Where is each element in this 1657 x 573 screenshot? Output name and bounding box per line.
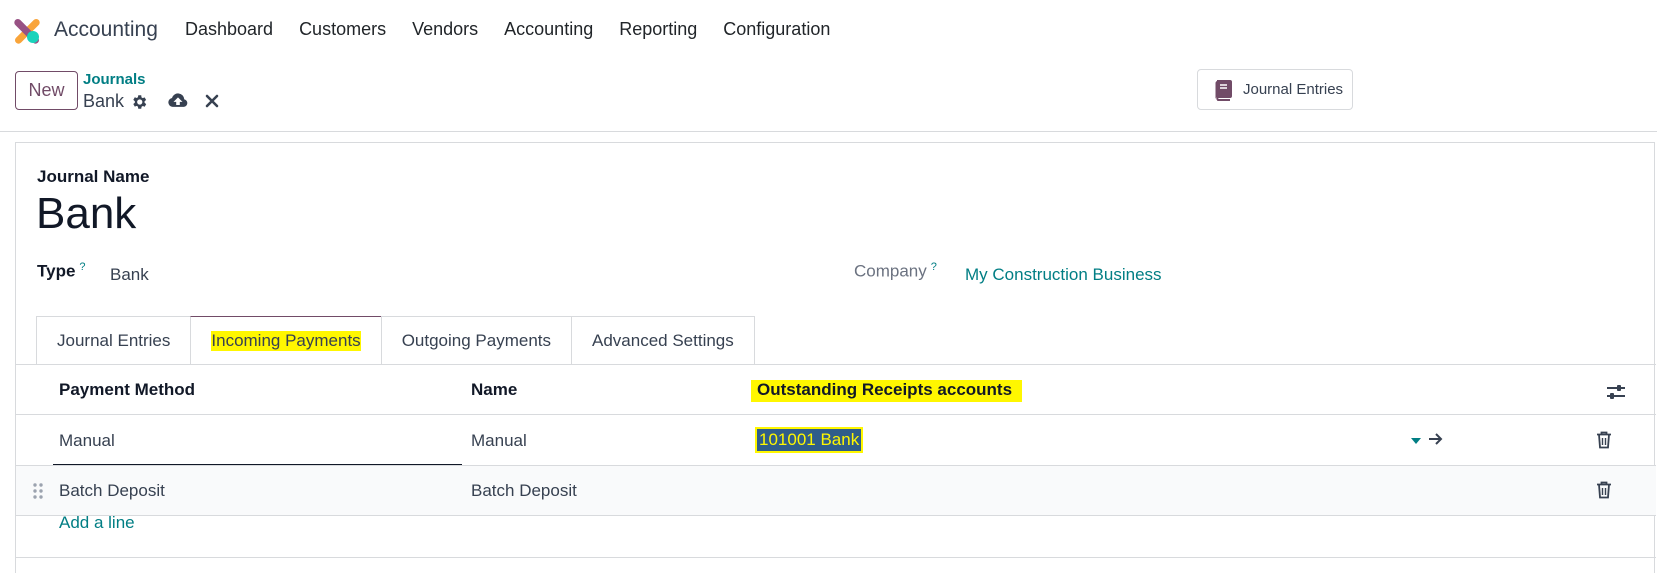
menu-vendors[interactable]: Vendors (412, 19, 478, 40)
type-label: Type? (37, 261, 86, 281)
header-outstanding-receipts[interactable]: Outstanding Receipts accounts (751, 380, 1023, 402)
new-button[interactable]: New (15, 71, 78, 110)
table-header: Payment Method Name Outstanding Receipts… (16, 365, 1656, 415)
payment-method-cell[interactable]: Manual (59, 431, 115, 451)
menu-customers[interactable]: Customers (299, 19, 386, 40)
company-label: Company? (854, 261, 937, 281)
company-field[interactable]: My Construction Business (965, 265, 1162, 285)
top-navbar: Accounting Dashboard Customers Vendors A… (0, 0, 1657, 58)
notebook-tabs: Journal Entries Incoming Payments Outgoi… (36, 316, 755, 364)
type-help-icon[interactable]: ? (79, 261, 85, 273)
name-cell[interactable]: Batch Deposit (471, 481, 577, 501)
internal-link-arrow-icon[interactable] (1427, 430, 1445, 448)
tab-advanced-settings[interactable]: Advanced Settings (571, 316, 755, 364)
cloud-upload-icon[interactable] (166, 91, 190, 111)
breadcrumb-current: Bank (83, 91, 125, 111)
dropdown-caret-icon[interactable] (1411, 438, 1421, 444)
trash-icon[interactable] (1596, 431, 1612, 449)
header-name[interactable]: Name (471, 380, 517, 400)
table-row[interactable]: Manual Manual 101001 Bank (16, 416, 1656, 466)
name-cell[interactable]: Manual (471, 431, 527, 451)
add-line-link[interactable]: Add a line (59, 513, 135, 533)
table-row[interactable]: Batch Deposit Batch Deposit (16, 466, 1656, 516)
control-panel-separator (0, 131, 1657, 132)
gear-icon[interactable] (129, 92, 149, 112)
company-help-icon[interactable]: ? (931, 261, 937, 273)
tab-journal-entries[interactable]: Journal Entries (36, 316, 192, 364)
tab-outgoing-payments[interactable]: Outgoing Payments (380, 316, 572, 364)
account-input[interactable]: 101001 Bank (754, 427, 864, 453)
table-bottom-divider (16, 557, 1656, 558)
form-sheet: Journal Name Bank Type? Bank Company? My… (15, 142, 1656, 573)
book-icon (1215, 79, 1232, 101)
app-name[interactable]: Accounting (54, 18, 158, 42)
type-field[interactable]: Bank (110, 265, 149, 285)
menu-configuration[interactable]: Configuration (723, 19, 830, 40)
tab-incoming-payments[interactable]: Incoming Payments (190, 316, 382, 364)
journal-name-label: Journal Name (37, 167, 150, 186)
drag-handle-icon[interactable] (32, 482, 44, 500)
accounting-app-icon[interactable] (13, 17, 41, 45)
discard-icon[interactable] (203, 92, 221, 110)
header-payment-method[interactable]: Payment Method (59, 380, 195, 400)
tab-incoming-payments-label: Incoming Payments (211, 330, 361, 351)
journal-entries-smart-button[interactable]: Journal Entries (1197, 69, 1353, 110)
journal-name-field[interactable]: Bank (36, 189, 136, 239)
optional-columns-icon[interactable] (1605, 383, 1627, 401)
cell-edit-underline (53, 464, 462, 465)
main-menu: Dashboard Customers Vendors Accounting R… (185, 19, 856, 40)
breadcrumb-journals[interactable]: Journals (83, 71, 146, 88)
trash-icon[interactable] (1596, 481, 1612, 499)
menu-accounting[interactable]: Accounting (504, 19, 593, 40)
menu-dashboard[interactable]: Dashboard (185, 19, 273, 40)
menu-reporting[interactable]: Reporting (619, 19, 697, 40)
payment-method-cell[interactable]: Batch Deposit (59, 481, 165, 501)
journal-entries-button-label: Journal Entries (1243, 81, 1344, 98)
